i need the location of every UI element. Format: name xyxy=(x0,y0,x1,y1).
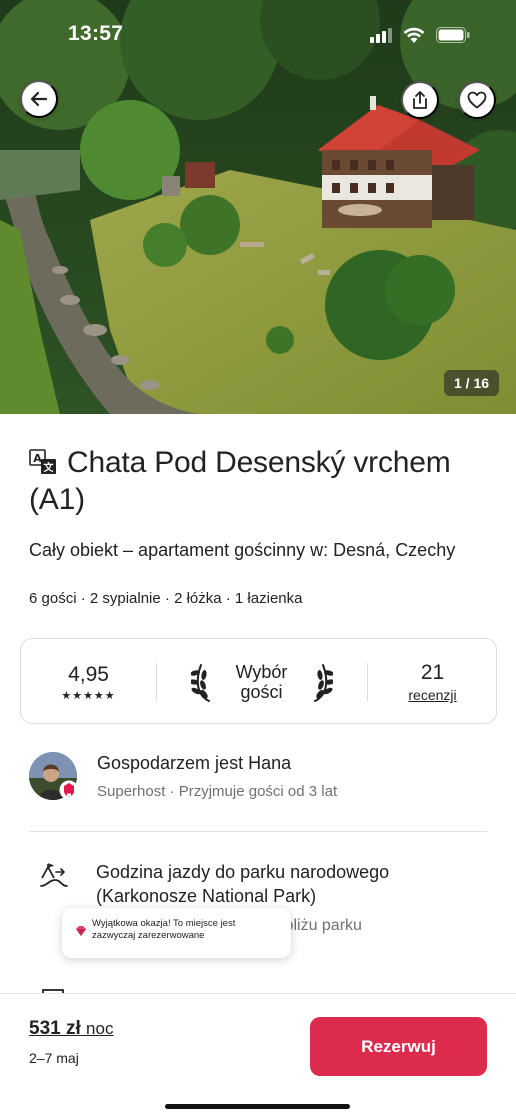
share-button[interactable] xyxy=(401,81,439,119)
section-divider xyxy=(29,831,487,832)
reviews-section[interactable]: 21 recenzji xyxy=(367,639,498,725)
svg-text:文: 文 xyxy=(44,461,55,474)
favorite-button[interactable] xyxy=(458,81,496,119)
guest-favorite-section: Wybór gości xyxy=(156,639,367,725)
listing-details-summary: 6 gości · 2 sypialnie · 2 łóżka · 1 łazi… xyxy=(29,590,303,607)
svg-text:A: A xyxy=(33,452,42,465)
price-amount: 531 zł xyxy=(29,1018,81,1039)
host-row[interactable]: Gospodarzem jest Hana Superhost · Przyjm… xyxy=(29,750,489,804)
rating-card[interactable]: 4,95 ★★★★★ Wybór gości 21 recenzji xyxy=(20,638,497,724)
wifi-icon xyxy=(403,27,425,43)
listing-subtitle: Cały obiekt – apartament gościnny w: Des… xyxy=(29,540,456,560)
host-name: Gospodarzem jest Hana xyxy=(97,753,292,773)
price-unit: noc xyxy=(86,1019,114,1038)
back-button[interactable] xyxy=(20,80,58,118)
status-bar: 13:57 xyxy=(0,0,516,70)
reviews-link[interactable]: recenzji xyxy=(408,687,456,703)
home-indicator[interactable] xyxy=(165,1104,350,1109)
listing-photo[interactable]: 13:57 1 / 16 xyxy=(0,0,516,414)
reserve-button[interactable]: Rezerwuj xyxy=(310,1017,487,1076)
heart-icon xyxy=(467,91,487,109)
date-range: 2–7 maj xyxy=(29,1050,79,1066)
translate-icon[interactable]: A 文 xyxy=(29,448,57,476)
listing-title: Chata Pod Desenský vrchem (A1) xyxy=(29,446,451,516)
laurel-left-icon xyxy=(190,664,210,702)
title-row: A 文 Chata Pod Desenský vrchem (A1) xyxy=(29,444,489,518)
gem-icon xyxy=(76,926,86,936)
price-link[interactable]: 531 zł noc xyxy=(29,1018,113,1040)
battery-icon xyxy=(436,27,470,43)
mountain-route-icon xyxy=(40,863,68,887)
arrow-left-icon xyxy=(30,91,48,107)
cellular-signal-icon xyxy=(370,28,392,43)
booking-bar: 531 zł noc 2–7 maj Rezerwuj xyxy=(0,993,516,1118)
status-time: 13:57 xyxy=(68,22,124,45)
rating-section: 4,95 ★★★★★ xyxy=(21,639,156,725)
highlight-title: Godzina jazdy do parku narodowego (Karko… xyxy=(96,862,390,906)
review-count: 21 xyxy=(420,661,445,684)
share-icon xyxy=(413,91,427,109)
rare-find-toast: Wyjątkowa okazja! To miejsce jest zazwyc… xyxy=(62,908,291,958)
guest-favorite-label: Wybór gości xyxy=(235,662,288,702)
rating-stars: ★★★★★ xyxy=(61,689,116,702)
status-icons xyxy=(370,26,470,44)
rating-value: 4,95 xyxy=(68,662,109,686)
superhost-badge-icon xyxy=(59,780,79,800)
toast-text: Wyjątkowa okazja! To miejsce jest zazwyc… xyxy=(92,918,236,941)
host-subtitle: Superhost · Przyjmuje gości od 3 lat xyxy=(97,783,338,800)
photo-counter: 1 / 16 xyxy=(444,370,500,396)
laurel-right-icon xyxy=(313,664,333,702)
